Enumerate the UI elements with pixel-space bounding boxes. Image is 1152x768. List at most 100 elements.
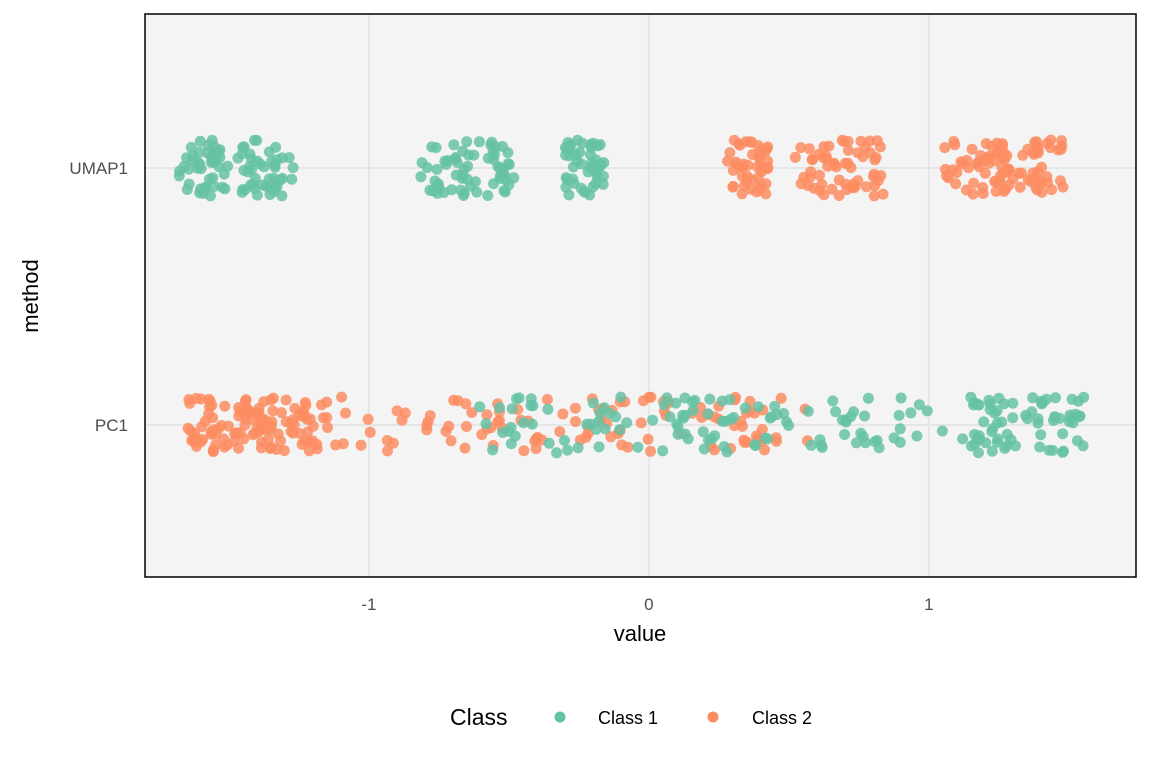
data-point-class-2 bbox=[642, 433, 654, 445]
data-point-class-1 bbox=[251, 189, 263, 201]
data-point-class-1 bbox=[543, 437, 555, 449]
data-point-class-1 bbox=[657, 445, 669, 457]
data-point-class-2 bbox=[852, 175, 864, 187]
data-point-class-2 bbox=[762, 163, 774, 175]
data-point-class-1 bbox=[1032, 417, 1044, 429]
data-point-class-2 bbox=[838, 136, 850, 147]
data-point-class-1 bbox=[621, 417, 633, 429]
data-point-class-2 bbox=[251, 423, 263, 435]
data-point-class-1 bbox=[264, 189, 276, 200]
data-point-class-2 bbox=[967, 188, 979, 200]
data-point-class-2 bbox=[265, 421, 277, 433]
data-point-class-2 bbox=[1001, 166, 1013, 178]
data-point-class-1 bbox=[682, 433, 694, 445]
data-point-class-2 bbox=[448, 394, 460, 406]
data-point-class-2 bbox=[195, 393, 207, 405]
data-point-class-1 bbox=[205, 156, 217, 168]
data-point-class-1 bbox=[739, 402, 751, 414]
data-point-class-1 bbox=[978, 416, 990, 428]
data-point-class-1 bbox=[857, 431, 869, 443]
data-point-class-2 bbox=[1025, 175, 1037, 187]
data-point-class-1 bbox=[1047, 444, 1059, 456]
data-point-class-1 bbox=[783, 420, 795, 431]
data-point-class-2 bbox=[956, 158, 968, 170]
data-point-class-2 bbox=[645, 445, 656, 457]
data-point-class-2 bbox=[421, 424, 433, 436]
data-point-class-1 bbox=[560, 149, 572, 161]
data-point-class-1 bbox=[251, 134, 263, 146]
y-axis-title: method bbox=[18, 259, 43, 332]
chart: -1 0 1 UMAP1 PC1 value method Class Class 1… bbox=[18, 13, 1137, 730]
data-point-class-2 bbox=[948, 136, 960, 147]
data-point-class-1 bbox=[595, 159, 607, 171]
data-point-class-2 bbox=[622, 441, 634, 453]
data-point-class-2 bbox=[399, 407, 411, 419]
data-point-class-1 bbox=[1071, 435, 1083, 447]
data-point-class-1 bbox=[993, 392, 1005, 404]
data-point-class-1 bbox=[1007, 412, 1019, 424]
data-point-class-2 bbox=[207, 412, 219, 424]
data-point-class-1 bbox=[1022, 413, 1033, 425]
data-point-class-1 bbox=[972, 447, 984, 459]
data-point-class-2 bbox=[833, 190, 845, 201]
data-point-class-1 bbox=[286, 173, 298, 185]
data-point-class-2 bbox=[239, 395, 251, 407]
data-point-class-1 bbox=[1050, 392, 1061, 404]
data-point-class-2 bbox=[297, 411, 309, 423]
data-point-class-2 bbox=[1017, 149, 1029, 161]
data-point-class-2 bbox=[337, 438, 349, 450]
data-point-class-1 bbox=[716, 415, 728, 427]
data-point-class-2 bbox=[736, 420, 748, 432]
data-point-class-1 bbox=[446, 184, 458, 196]
data-point-class-1 bbox=[457, 145, 469, 157]
data-point-class-1 bbox=[271, 154, 283, 166]
data-point-class-2 bbox=[204, 395, 216, 407]
data-point-class-1 bbox=[1057, 428, 1069, 440]
data-point-class-1 bbox=[219, 183, 231, 195]
data-point-class-1 bbox=[494, 402, 505, 414]
data-point-class-2 bbox=[877, 188, 889, 200]
data-point-class-1 bbox=[895, 392, 907, 404]
data-point-class-2 bbox=[285, 425, 297, 437]
data-point-class-1 bbox=[568, 177, 580, 189]
data-point-class-1 bbox=[416, 157, 428, 169]
data-point-class-2 bbox=[803, 143, 815, 155]
data-point-class-2 bbox=[747, 149, 758, 160]
data-point-class-1 bbox=[244, 148, 256, 160]
data-point-class-1 bbox=[957, 433, 969, 445]
legend-key-class-1 bbox=[554, 711, 566, 723]
legend-title: Class bbox=[450, 704, 508, 730]
data-point-class-2 bbox=[975, 150, 987, 161]
data-point-class-1 bbox=[859, 410, 871, 422]
data-point-class-1 bbox=[244, 160, 256, 172]
data-point-class-2 bbox=[228, 435, 240, 447]
data-point-class-2 bbox=[708, 444, 720, 456]
data-point-class-2 bbox=[874, 141, 886, 153]
x-axis: -1 0 1 bbox=[361, 595, 933, 614]
x-axis-title: value bbox=[614, 621, 667, 646]
data-point-class-1 bbox=[562, 137, 574, 148]
data-point-class-1 bbox=[197, 187, 209, 199]
data-point-class-2 bbox=[973, 161, 985, 173]
data-point-class-2 bbox=[968, 177, 980, 189]
data-point-class-1 bbox=[218, 168, 230, 180]
data-point-class-1 bbox=[672, 428, 684, 440]
data-point-class-2 bbox=[557, 408, 569, 420]
data-point-class-1 bbox=[473, 136, 485, 148]
data-point-class-1 bbox=[905, 407, 917, 419]
data-point-class-1 bbox=[487, 444, 499, 456]
data-point-class-2 bbox=[983, 157, 995, 169]
data-point-class-2 bbox=[833, 174, 845, 186]
data-point-class-1 bbox=[677, 412, 689, 424]
data-point-class-1 bbox=[632, 441, 644, 453]
data-point-class-2 bbox=[761, 143, 773, 155]
data-point-class-1 bbox=[706, 433, 718, 445]
data-point-class-2 bbox=[852, 147, 864, 159]
data-point-class-1 bbox=[598, 402, 610, 414]
data-point-class-1 bbox=[462, 160, 474, 172]
data-point-class-2 bbox=[569, 402, 581, 414]
data-point-class-2 bbox=[205, 426, 217, 438]
data-point-class-1 bbox=[590, 423, 602, 435]
data-point-class-2 bbox=[869, 154, 881, 166]
data-point-class-1 bbox=[839, 429, 851, 440]
